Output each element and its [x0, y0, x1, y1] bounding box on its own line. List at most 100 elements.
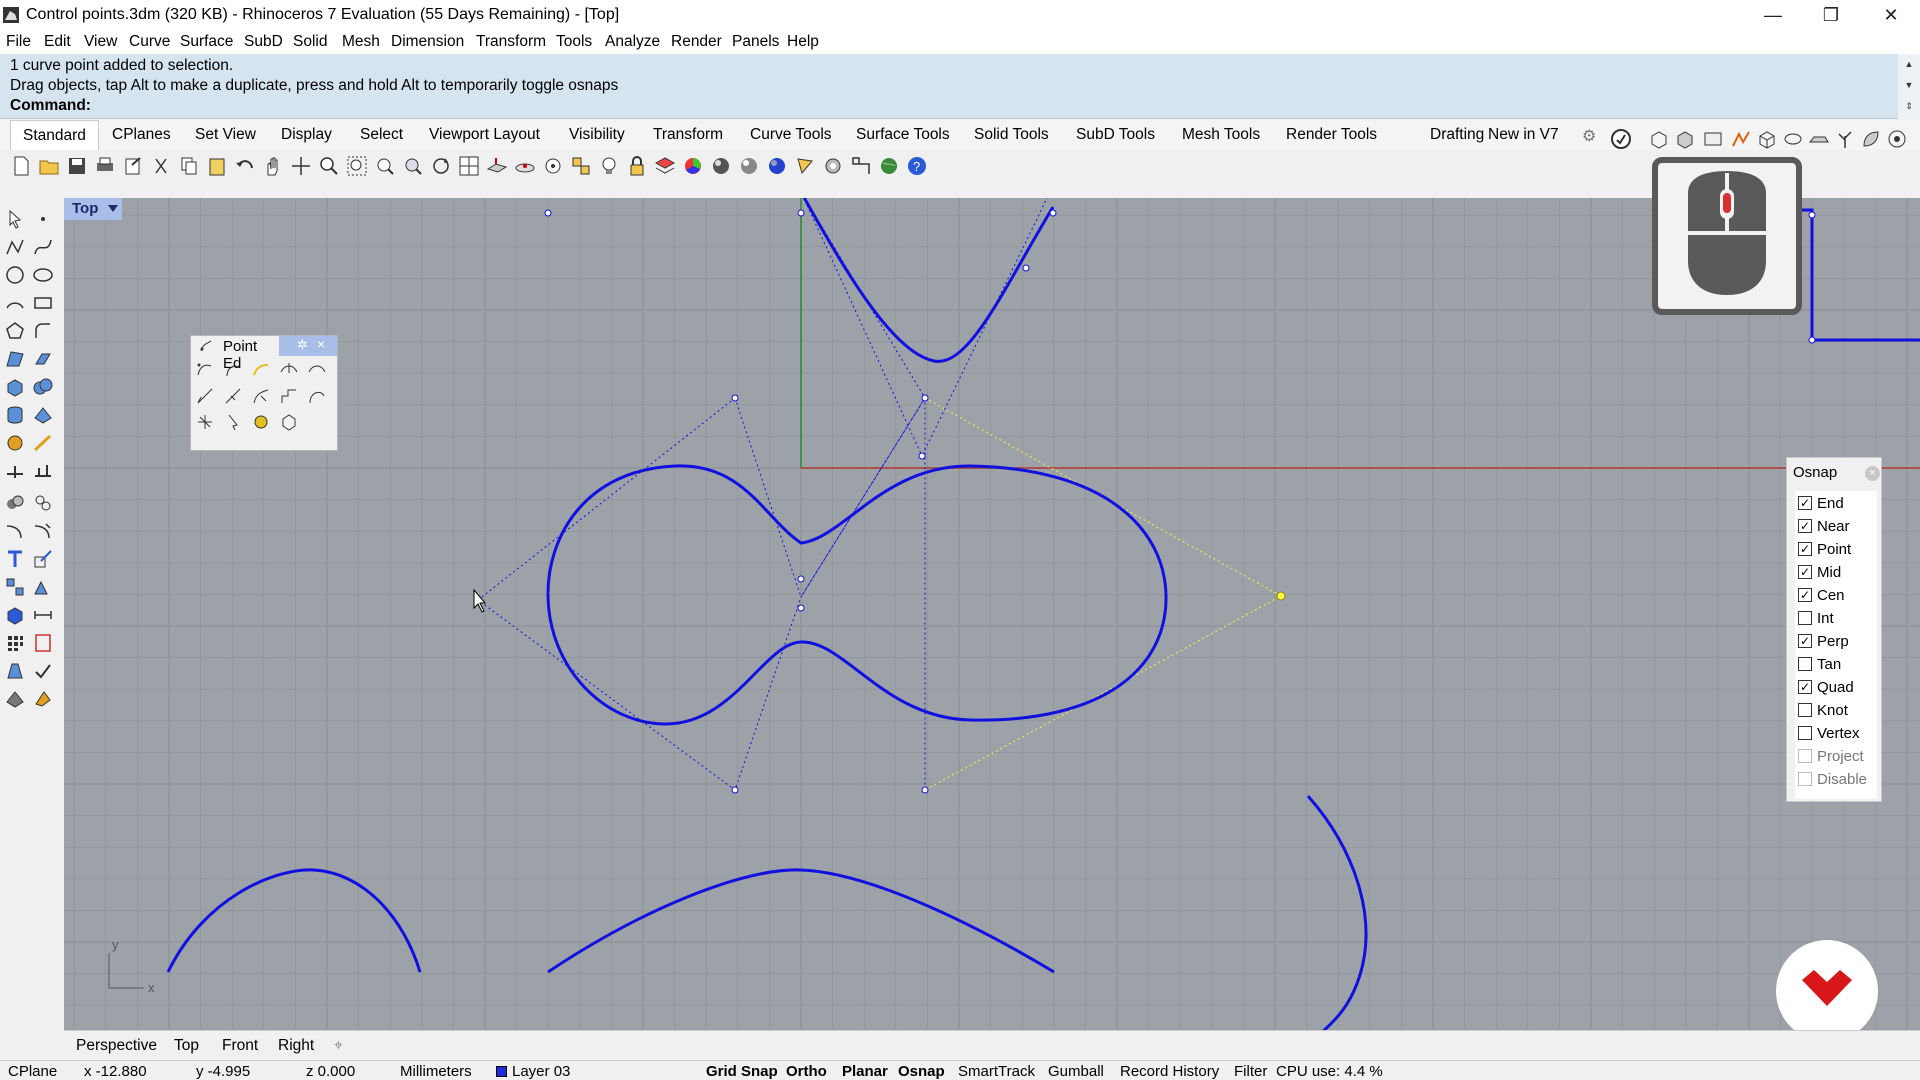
control-point[interactable]	[918, 452, 926, 460]
osnap-end[interactable]: ✓ End	[1795, 492, 1877, 515]
status-layer[interactable]: Layer 03	[512, 1063, 570, 1080]
scale-icon[interactable]	[32, 548, 54, 570]
osnap-mid[interactable]: ✓ Mid	[1795, 561, 1877, 584]
tab-render-tools[interactable]: Render Tools	[1274, 120, 1389, 150]
gear-icon[interactable]: ✲	[297, 337, 308, 353]
control-point[interactable]	[1022, 264, 1030, 272]
checkbox-checked[interactable]: ✓	[1798, 565, 1812, 579]
dimension-linear-icon[interactable]	[32, 604, 54, 626]
closed-curve[interactable]	[546, 464, 1168, 726]
pipe-icon[interactable]	[1782, 128, 1804, 150]
export-icon[interactable]	[122, 155, 144, 177]
remove-knot-icon[interactable]	[307, 360, 327, 380]
history-icon[interactable]	[4, 660, 26, 682]
menu-mesh[interactable]: Mesh	[342, 33, 380, 51]
tab-transform[interactable]: Transform	[641, 120, 735, 150]
status-osnap[interactable]: Osnap	[898, 1063, 945, 1080]
tab-display[interactable]: Display	[269, 120, 344, 150]
zoom-window-icon[interactable]	[346, 155, 368, 177]
minimize-button[interactable]: —	[1744, 0, 1802, 30]
dimension-icon[interactable]	[32, 432, 54, 454]
zoom-selected-icon[interactable]	[402, 155, 424, 177]
checkbox-checked[interactable]: ✓	[1798, 496, 1812, 510]
points-off-icon[interactable]	[251, 360, 271, 380]
menu-view[interactable]: View	[84, 33, 117, 51]
tab-top[interactable]: Top	[174, 1037, 199, 1055]
tab-subd-tools[interactable]: SubD Tools	[1064, 120, 1167, 150]
osnap-disable[interactable]: Disable	[1795, 768, 1877, 791]
checkbox-unchecked[interactable]	[1798, 749, 1812, 763]
osnap-tan[interactable]: Tan	[1795, 653, 1877, 676]
align-icon[interactable]	[32, 460, 54, 482]
checkbox-unchecked[interactable]	[1798, 772, 1812, 786]
analysis-icon[interactable]	[1730, 128, 1752, 150]
group-icon[interactable]	[4, 492, 26, 514]
handlebar-icon[interactable]	[223, 386, 243, 406]
circle-icon[interactable]	[4, 264, 26, 286]
four-view-icon[interactable]	[458, 155, 480, 177]
status-grid-snap[interactable]: Grid Snap	[706, 1063, 778, 1080]
copy-icon[interactable]	[178, 155, 200, 177]
checkbox-unchecked[interactable]	[1798, 703, 1812, 717]
polyline-icon[interactable]	[4, 236, 26, 258]
zoom-extents-icon[interactable]	[374, 155, 396, 177]
plant-icon[interactable]	[1834, 128, 1856, 150]
tweak-icon[interactable]	[195, 412, 215, 432]
shaded-sphere-icon[interactable]	[710, 155, 732, 177]
checkbox-checked[interactable]: ✓	[1798, 542, 1812, 556]
paste-icon[interactable]	[206, 155, 228, 177]
control-point[interactable]	[731, 786, 739, 794]
menu-render[interactable]: Render	[671, 33, 722, 51]
drag-mode-icon[interactable]	[223, 412, 243, 432]
control-point[interactable]	[921, 786, 929, 794]
checkbox-unchecked[interactable]	[1798, 726, 1812, 740]
layer-color-swatch[interactable]	[496, 1066, 507, 1077]
split-icon[interactable]	[4, 520, 26, 542]
light-bulb-icon[interactable]	[598, 155, 620, 177]
transform-icon[interactable]	[4, 460, 26, 482]
move-uvn-icon[interactable]	[195, 386, 215, 406]
selected-control-point[interactable]	[1276, 591, 1286, 601]
save-icon[interactable]	[66, 155, 88, 177]
box-solid-icon[interactable]	[4, 376, 26, 398]
tab-cplanes[interactable]: CPlanes	[100, 120, 183, 150]
text-icon[interactable]	[4, 548, 26, 570]
help-icon[interactable]: ?	[906, 155, 928, 177]
rotate-view-icon[interactable]	[430, 155, 452, 177]
close-button[interactable]: ✕	[1862, 0, 1920, 30]
mesh-icon[interactable]	[32, 404, 54, 426]
status-planar[interactable]: Planar	[842, 1063, 888, 1080]
insert-kink-icon[interactable]	[279, 386, 299, 406]
wireframe-icon[interactable]	[1648, 128, 1670, 150]
cage-icon[interactable]	[279, 412, 299, 432]
array-icon[interactable]	[4, 576, 26, 598]
smooth-icon[interactable]	[251, 412, 271, 432]
print-icon[interactable]	[94, 155, 116, 177]
checkbox-checked[interactable]: ✓	[1798, 680, 1812, 694]
osnap-near[interactable]: ✓ Near	[1795, 515, 1877, 538]
checkbox-checked[interactable]: ✓	[1798, 588, 1812, 602]
render-mesh-icon[interactable]	[4, 432, 26, 454]
paint-icon[interactable]	[32, 688, 54, 710]
command-prompt[interactable]: Command:	[10, 97, 91, 115]
tab-curve-tools[interactable]: Curve Tools	[738, 120, 844, 150]
scroll-up-icon[interactable]: ▲	[1898, 54, 1920, 75]
control-point[interactable]	[731, 394, 739, 402]
lock-icon[interactable]	[626, 155, 648, 177]
render-icon[interactable]	[766, 155, 788, 177]
menu-dimension[interactable]: Dimension	[391, 33, 464, 51]
tab-set-view[interactable]: Set View	[183, 120, 268, 150]
control-point[interactable]	[1808, 211, 1816, 219]
osnap-quad[interactable]: ✓ Quad	[1795, 676, 1877, 699]
control-point[interactable]	[1808, 336, 1816, 344]
adjust-end-bulge-icon[interactable]	[307, 386, 327, 406]
tab-viewport-layout[interactable]: Viewport Layout	[417, 120, 552, 150]
point-icon[interactable]	[32, 208, 54, 230]
status-record-history[interactable]: Record History	[1120, 1063, 1219, 1080]
move-view-icon[interactable]	[290, 155, 312, 177]
edit-points-on-icon[interactable]	[223, 360, 243, 380]
checkbox-checked[interactable]: ✓	[1798, 519, 1812, 533]
command-scrollbar[interactable]: ▲ ▼ ⇕	[1898, 54, 1920, 119]
zoom-icon[interactable]	[318, 155, 340, 177]
status-units[interactable]: Millimeters	[400, 1063, 472, 1080]
